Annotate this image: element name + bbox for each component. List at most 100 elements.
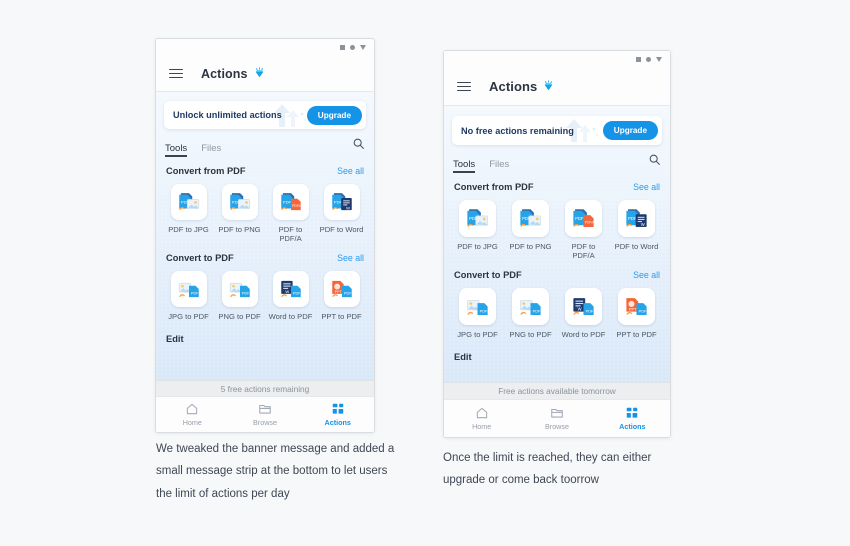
- tool-pdf-to-word[interactable]: PDF W PDF to Word: [316, 184, 367, 244]
- section-header-convert-to-pdf: Convert to PDF See all: [444, 261, 670, 280]
- pdf-to-pdfa-icon: PDF PDF/A: [272, 184, 309, 220]
- svg-text:PDF: PDF: [628, 216, 637, 221]
- nav-item-browse[interactable]: Browse: [229, 397, 302, 432]
- ppt-to-pdf-icon: PPT PDF: [323, 270, 360, 307]
- tool-label: PPT to PDF: [616, 329, 657, 339]
- nav-item-home[interactable]: Home: [444, 400, 519, 437]
- page-title: Actions: [201, 66, 248, 81]
- tool-label: PDF to JPG: [457, 242, 498, 251]
- tool-ppt-to-pdf[interactable]: PPT PDF PPT to PDF: [316, 270, 367, 321]
- tool-label: PDF to PNG: [509, 242, 552, 251]
- square-icon: [340, 45, 345, 50]
- tool-label: Word to PDF: [268, 311, 313, 321]
- status-bar: [156, 39, 374, 56]
- tab-tools[interactable]: Tools: [165, 143, 188, 157]
- free-actions-strip: Free actions available tomorrow: [444, 382, 670, 399]
- word-to-pdf-icon: W PDF: [272, 270, 309, 307]
- search-icon[interactable]: [352, 137, 365, 157]
- tab-bar: Tools Files: [156, 129, 374, 157]
- tab-tools[interactable]: Tools: [453, 159, 476, 173]
- nav-item-browse[interactable]: Browse: [519, 400, 594, 437]
- caption-left: We tweaked the banner message and added …: [156, 443, 395, 500]
- tool-pdf-to-png[interactable]: PDF PDF to PNG: [504, 200, 557, 261]
- tab-files[interactable]: Files: [489, 159, 509, 173]
- nav-item-home[interactable]: Home: [156, 397, 229, 432]
- page-title: Actions: [489, 79, 538, 94]
- hamburger-icon[interactable]: [457, 81, 471, 92]
- svg-text:PDF: PDF: [293, 292, 301, 296]
- svg-text:PDF: PDF: [575, 216, 584, 221]
- tool-png-to-pdf[interactable]: PDF PNG to PDF: [214, 270, 265, 321]
- nav-label: Actions: [619, 422, 646, 431]
- svg-text:PDF/A: PDF/A: [292, 204, 302, 208]
- tool-word-to-pdf[interactable]: W PDF Word to PDF: [557, 287, 610, 339]
- tool-ppt-to-pdf[interactable]: PPT PDF PPT to PDF: [610, 287, 663, 339]
- tool-png-to-pdf[interactable]: PDF PNG to PDF: [504, 287, 557, 339]
- tool-label: PPT to PDF: [321, 311, 362, 321]
- tool-pdf-to-png[interactable]: PDF PDF to PNG: [214, 184, 265, 244]
- gem-icon: [542, 80, 555, 93]
- tool-label: PDF to PDF/A: [278, 225, 303, 244]
- nav-label: Actions: [324, 418, 351, 427]
- svg-text:PDF: PDF: [282, 200, 291, 205]
- tool-grid-convert-from-pdf: PDF PDF to JPG PDF PDF to PNG PDF PDF/A …: [444, 192, 670, 261]
- see-all-link[interactable]: See all: [337, 253, 364, 263]
- nav-label: Home: [472, 422, 492, 431]
- triangle-down-icon: [360, 45, 366, 50]
- tool-pdf-to-word[interactable]: PDF W PDF to Word: [610, 200, 663, 261]
- nav-item-actions[interactable]: Actions: [301, 397, 374, 432]
- tool-grid-convert-to-pdf: PDF JPG to PDF PDF PNG to PDF W PDF Word…: [156, 263, 374, 321]
- svg-text:PDF: PDF: [586, 308, 594, 313]
- upgrade-button[interactable]: Upgrade: [602, 121, 658, 140]
- promo-banner: Unlock unlimited actions Upgrade: [164, 101, 366, 129]
- section-header-edit: Edit: [156, 321, 374, 344]
- tool-grid-convert-from-pdf: PDF PDF to JPG PDF PDF to PNG PDF PDF/A …: [156, 176, 374, 244]
- see-all-link[interactable]: See all: [633, 270, 660, 280]
- nav-label: Browse: [545, 422, 569, 431]
- search-icon[interactable]: [648, 153, 661, 173]
- circle-icon: [350, 45, 355, 50]
- section-header-convert-from-pdf: Convert from PDF See all: [444, 173, 670, 192]
- pdf-to-pdfa-icon: PDF PDF/A: [565, 200, 602, 237]
- tab-files[interactable]: Files: [201, 143, 221, 157]
- svg-text:W: W: [285, 289, 289, 294]
- svg-text:W: W: [641, 222, 645, 227]
- jpg-to-pdf-icon: PDF: [170, 270, 207, 307]
- nav-label: Browse: [253, 418, 277, 427]
- tool-jpg-to-pdf[interactable]: PDF JPG to PDF: [451, 287, 504, 339]
- tool-pdf-to-jpg[interactable]: PDF PDF to JPG: [451, 200, 504, 261]
- tool-pdf-to-jpg[interactable]: PDF PDF to JPG: [163, 184, 214, 244]
- section-title: Edit: [454, 352, 472, 363]
- pdf-to-word-icon: PDF W: [323, 184, 360, 220]
- bottom-navigation: Home Browse Actions: [444, 399, 670, 437]
- pdf-to-png-icon: PDF: [512, 200, 549, 237]
- hamburger-icon[interactable]: [169, 68, 183, 79]
- svg-text:PPT: PPT: [629, 307, 637, 312]
- jpg-to-pdf-icon: PDF: [459, 287, 496, 325]
- tool-pdf-to-pdfa[interactable]: PDF PDF/A PDF to PDF/A: [265, 184, 316, 244]
- svg-text:PDF: PDF: [344, 292, 352, 296]
- app-screen-left: Unlock unlimited actions Upgrade Tools F…: [156, 92, 374, 380]
- ppt-to-pdf-icon: PPT PDF: [618, 287, 655, 325]
- section-header-edit: Edit: [444, 339, 670, 362]
- see-all-link[interactable]: See all: [337, 166, 364, 176]
- svg-text:PDF: PDF: [191, 292, 199, 296]
- svg-text:PDF: PDF: [242, 292, 250, 296]
- phone-mockup-left: Actions Unlock unlimited actions Upgrade…: [155, 38, 375, 433]
- tool-label: PDF to Word: [614, 242, 659, 251]
- see-all-link[interactable]: See all: [633, 182, 660, 192]
- tool-pdf-to-pdfa[interactable]: PDF PDF/A PDF to PDF/A: [557, 200, 610, 261]
- word-to-pdf-icon: W PDF: [565, 287, 602, 325]
- circle-icon: [646, 57, 651, 62]
- tool-label: PDF to PDF/A: [571, 242, 596, 261]
- banner-message: Unlock unlimited actions: [173, 110, 282, 120]
- section-title: Convert from PDF: [454, 182, 534, 192]
- svg-text:PDF: PDF: [533, 308, 541, 313]
- png-to-pdf-icon: PDF: [221, 270, 258, 307]
- app-bar: Actions: [444, 68, 670, 106]
- upgrade-button[interactable]: Upgrade: [306, 105, 362, 125]
- svg-text:PDF: PDF: [639, 308, 647, 313]
- nav-item-actions[interactable]: Actions: [595, 400, 670, 437]
- tool-word-to-pdf[interactable]: W PDF Word to PDF: [265, 270, 316, 321]
- tool-jpg-to-pdf[interactable]: PDF JPG to PDF: [163, 270, 214, 321]
